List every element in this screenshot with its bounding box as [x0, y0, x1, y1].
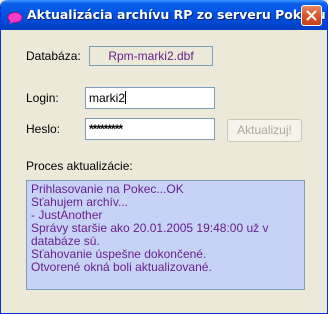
log-label: Proces aktualizácie: [26, 159, 133, 173]
pink-chat-bubble-icon [7, 9, 23, 24]
login-input-value: marki2 [89, 91, 126, 105]
password-label: Heslo: [26, 122, 61, 136]
update-button[interactable]: Aktualizuj! [227, 119, 302, 142]
log-output[interactable]: Prihlasovanie na Pokec...OK Sťahujem arc… [26, 180, 305, 290]
password-input[interactable]: ********* [85, 118, 215, 140]
database-label: Databáza: [26, 49, 81, 63]
window-title: Aktualizácia archívu RP zo serveru Pokec… [27, 7, 326, 22]
text-caret [125, 91, 127, 104]
title-bar[interactable]: Aktualizácia archívu RP zo serveru Pokec… [1, 0, 327, 30]
database-value: Rpm-marki2.dbf [89, 46, 213, 66]
login-label: Login: [26, 91, 59, 105]
dialog-body: Databáza: Rpm-marki2.dbf Login: marki2 H… [1, 30, 327, 313]
password-input-value: ********* [89, 122, 123, 136]
close-button[interactable] [301, 5, 322, 26]
login-input[interactable]: marki2 [85, 87, 215, 109]
close-icon [306, 10, 317, 21]
log-line: Otvorené okná boli aktualizované. [31, 260, 212, 274]
update-dialog-window: Aktualizácia archívu RP zo serveru Pokec… [0, 0, 328, 314]
